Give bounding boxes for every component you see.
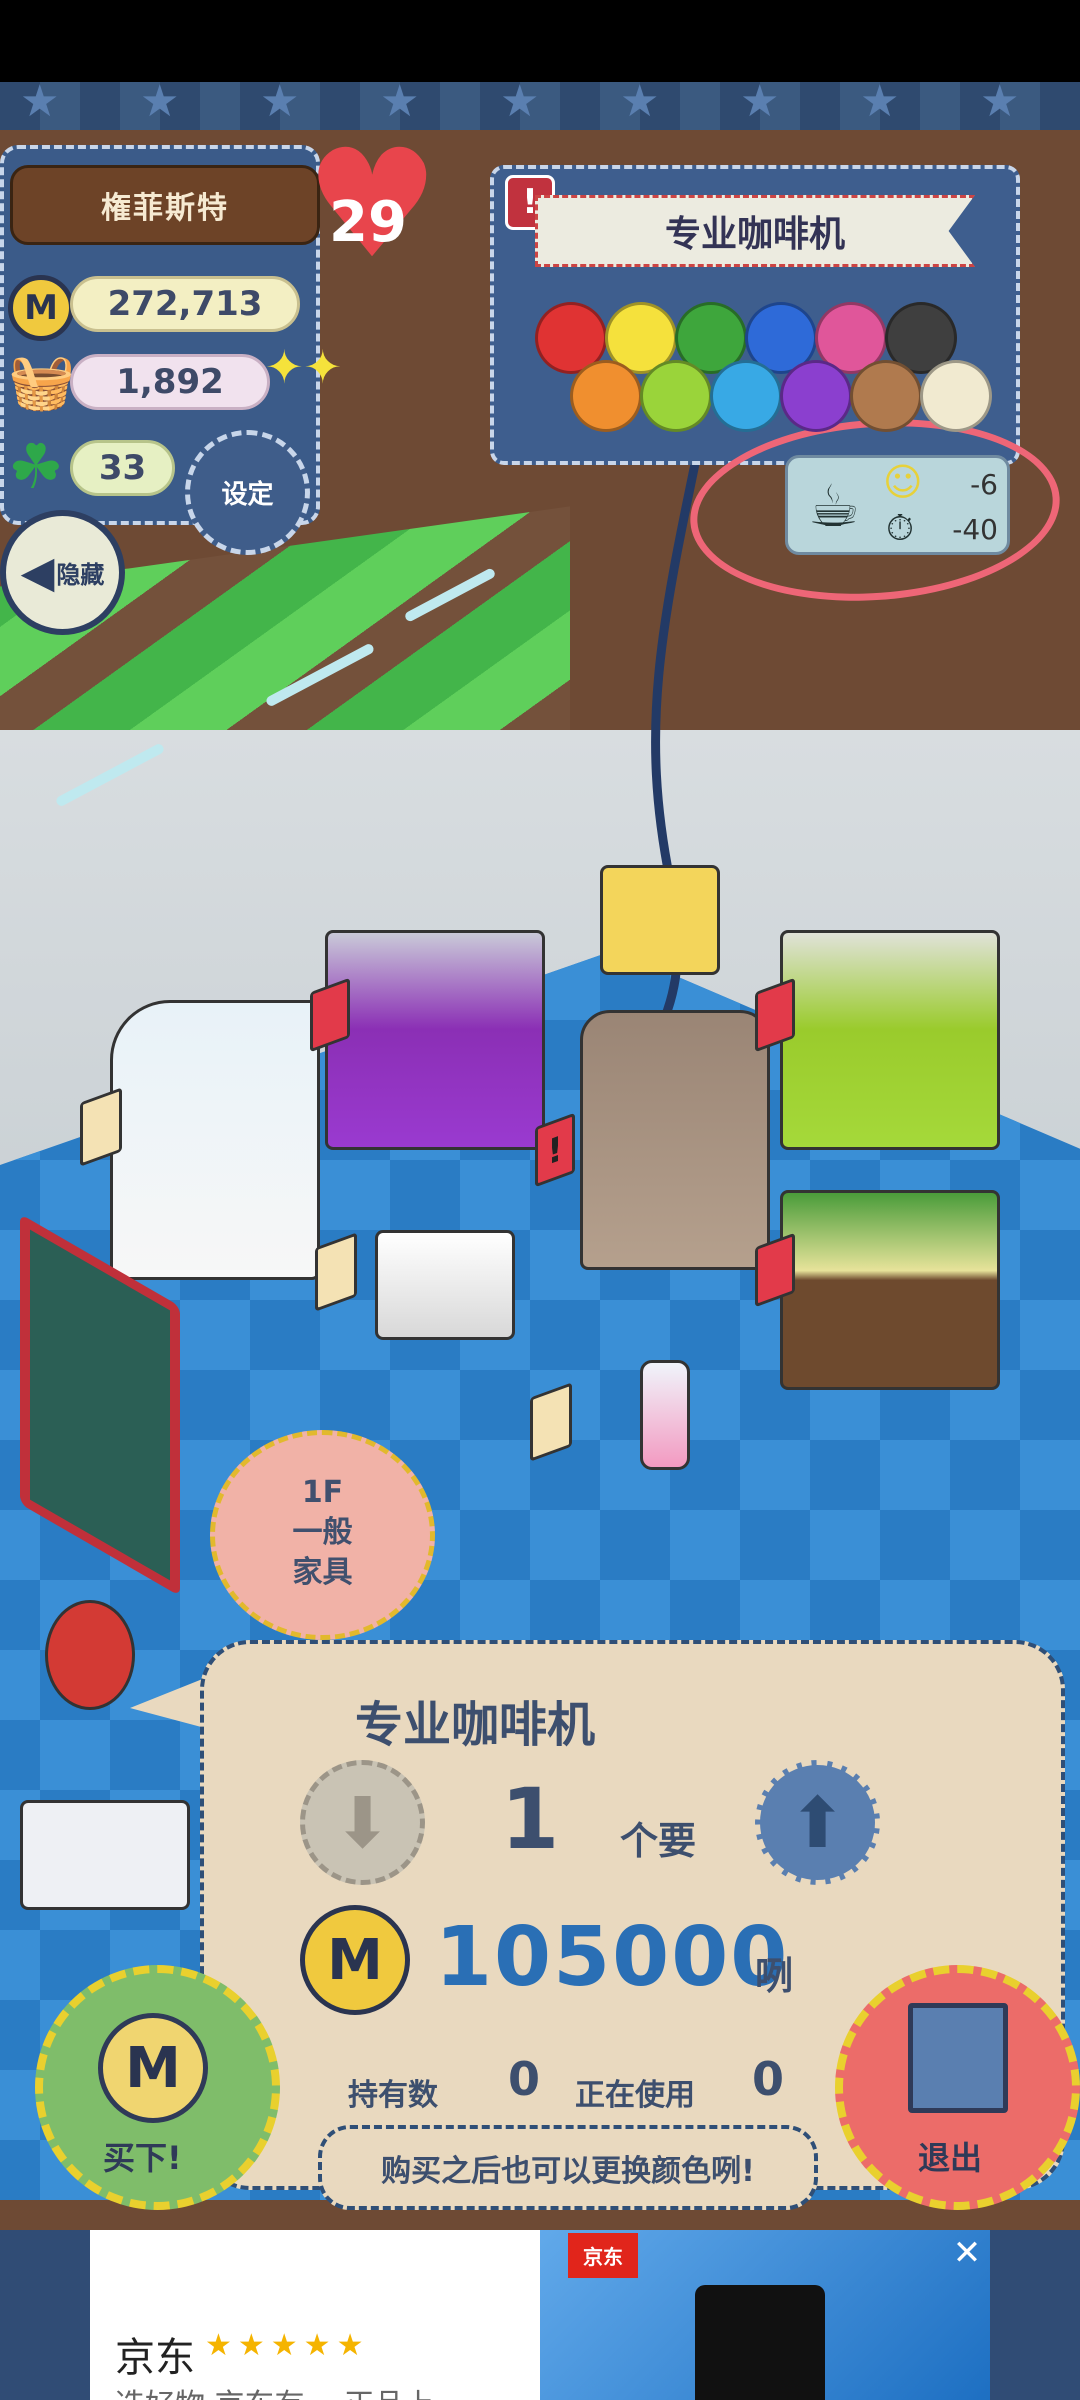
coffee-machine[interactable]	[580, 1010, 770, 1270]
clover-icon: ☘	[8, 430, 64, 503]
floor-category-line1: 一般	[292, 1515, 353, 1550]
hide-ui-button[interactable]: ◀ 隐藏	[0, 510, 125, 635]
settings-button[interactable]: 设定	[185, 430, 310, 555]
locked-box[interactable]	[600, 865, 720, 975]
exit-button[interactable]: 退出	[835, 1965, 1080, 2210]
color-change-hint: 购买之后也可以更换颜色咧!	[318, 2125, 818, 2210]
coin-icon: M	[300, 1905, 410, 2015]
color-swatch[interactable]	[570, 360, 642, 432]
door-exit-icon	[908, 2003, 1008, 2113]
increase-quantity-button[interactable]: ⬆	[755, 1760, 880, 1885]
microwave[interactable]	[375, 1230, 515, 1340]
star-decoration: ★	[620, 76, 660, 127]
purple-counter[interactable]	[325, 930, 545, 1150]
owner-level: 29	[329, 190, 407, 255]
decrease-quantity-button[interactable]: ⬇	[300, 1760, 425, 1885]
star-decoration: ★	[140, 76, 180, 127]
ad-brand-logo: 京东	[568, 2233, 638, 2278]
total-price: 105000	[435, 1910, 790, 2005]
quantity-unit: 个要	[620, 1819, 697, 1863]
buy-label: 买下!	[103, 2139, 182, 2177]
color-swatch[interactable]	[710, 360, 782, 432]
status-bar	[0, 0, 1080, 82]
star-decoration: ★	[500, 76, 540, 127]
in-use-value: 0	[752, 2052, 785, 2106]
floor-number: 1F	[301, 1475, 344, 1510]
down-arrow-icon: ⬇	[333, 1781, 392, 1864]
mascot-bear[interactable]	[45, 1600, 135, 1710]
blender[interactable]	[640, 1360, 690, 1470]
color-swatch[interactable]	[780, 360, 852, 432]
dessert-showcase[interactable]	[110, 1000, 320, 1280]
star-decoration: ★	[260, 76, 300, 127]
ingredient-counter: 1,892	[70, 354, 270, 410]
color-swatch[interactable]	[920, 360, 992, 432]
floor-category-line2: 家具	[292, 1555, 353, 1590]
money-counter: 272,713	[70, 276, 300, 332]
exit-label: 退出	[918, 2139, 983, 2177]
color-swatch[interactable]	[640, 360, 712, 432]
ad-subtitle: 选好物 京东有 一正品上	[115, 2380, 434, 2400]
sparkle-icon: ✦✦	[265, 340, 343, 394]
star-decoration: ★	[980, 76, 1020, 127]
owned-value: 0	[508, 2052, 541, 2106]
coin-icon: M	[98, 2013, 208, 2123]
star-decoration: ★	[20, 76, 60, 127]
ad-product-image	[695, 2285, 825, 2400]
up-arrow-icon: ⬆	[788, 1781, 847, 1864]
quantity-value: 1	[500, 1770, 560, 1868]
stove-counter[interactable]	[780, 1190, 1000, 1390]
star-decoration: ★	[740, 76, 780, 127]
ad-close-button[interactable]: ✕	[948, 2235, 986, 2273]
star-border: ★ ★ ★ ★ ★ ★ ★ ★ ★	[0, 76, 1080, 130]
ingredient-basket-icon: 🧺	[8, 350, 76, 413]
buy-button[interactable]: M 买下!	[35, 1965, 280, 2210]
ad-title: 京东	[115, 2335, 195, 2381]
ad-rating-stars: ★★★★★	[205, 2328, 370, 2363]
cash-register-counter[interactable]	[20, 1800, 190, 1910]
star-decoration: ★	[860, 76, 900, 127]
color-swatch[interactable]	[850, 360, 922, 432]
price-unit: 咧	[755, 1954, 794, 1998]
sink-counter[interactable]	[780, 930, 1000, 1150]
owner-name[interactable]: 権菲斯特	[10, 165, 320, 245]
hide-label: 隐藏	[56, 561, 105, 589]
item-name-banner: 专业咖啡机	[535, 195, 975, 267]
owned-label: 持有数	[348, 2078, 438, 2113]
floor-category-badge[interactable]: 1F 一般 家具	[210, 1430, 435, 1640]
purchase-item-title: 专业咖啡机	[354, 1697, 595, 1753]
clover-counter: 33	[70, 440, 175, 496]
coin-icon: M	[8, 275, 74, 341]
in-use-label: 正在使用	[575, 2078, 695, 2113]
left-arrow-icon: ◀	[20, 547, 55, 598]
